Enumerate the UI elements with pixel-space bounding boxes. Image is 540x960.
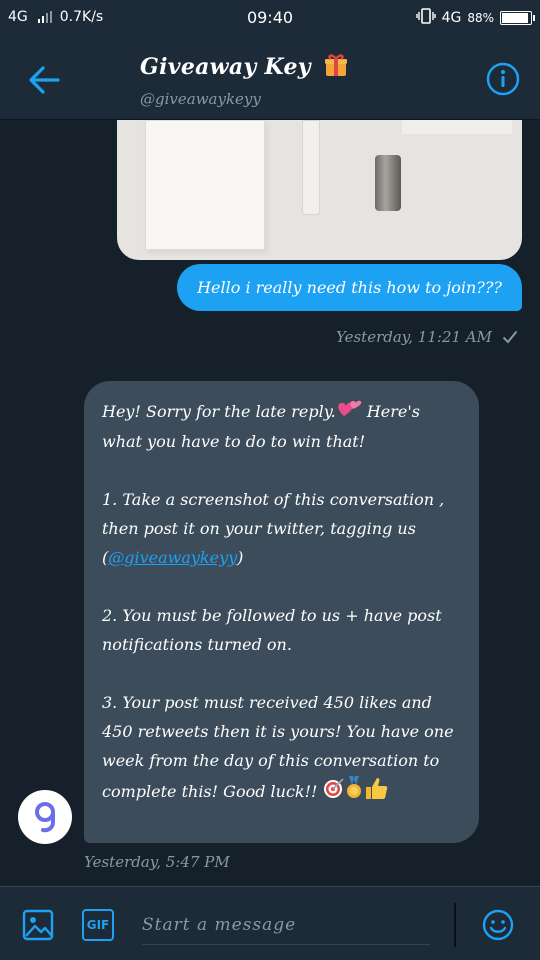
outgoing-message-meta: Yesterday, 11:21 AM [336, 328, 518, 346]
photo-card [402, 120, 512, 134]
status-bar: 4G 0.7K/s 09:40 4G 88% [0, 0, 540, 36]
info-icon [486, 62, 520, 96]
photo-cylinder [375, 155, 401, 211]
avatar-logo-icon [35, 802, 55, 833]
photo-box [145, 120, 265, 250]
gift-emoji-icon [323, 52, 349, 84]
direct-hit-emoji [323, 777, 345, 808]
network-right: 4G [441, 10, 462, 26]
vibrate-icon [415, 8, 436, 28]
step-3-text: 3. Your post must received 450 likes and… [102, 693, 454, 801]
battery-fill [502, 13, 529, 23]
message-composer: GIF [0, 886, 540, 960]
medal-emoji [345, 776, 363, 809]
step-1: 1. Take a screenshot of this conversatio… [102, 485, 461, 572]
smiley-icon [482, 909, 514, 941]
step-1-close: ) [237, 548, 244, 567]
outgoing-timestamp: Yesterday, 11:21 AM [336, 328, 492, 346]
incoming-timestamp: Yesterday, 5:47 PM [84, 853, 230, 871]
battery-icon [500, 11, 535, 25]
back-button[interactable] [24, 60, 64, 100]
composer-divider [454, 903, 456, 947]
photo-tube [302, 120, 320, 215]
outgoing-message-bubble[interactable]: Hello i really need this how to join??? [177, 264, 522, 311]
message-intro: Hey! Sorry for the late reply. Here's wh… [102, 397, 461, 456]
back-arrow-icon [29, 66, 60, 94]
intro-text: Hey! Sorry for the late reply. [102, 402, 336, 421]
step-3: 3. Your post must received 450 likes and… [102, 688, 461, 810]
conversation-header: Giveaway Key @giveawaykeyy [0, 36, 540, 120]
conversation-title-block[interactable]: Giveaway Key @giveawaykeyy [140, 52, 349, 108]
info-button[interactable] [486, 62, 520, 96]
image-icon [22, 909, 54, 941]
message-input[interactable] [142, 905, 430, 945]
gif-button[interactable]: GIF [82, 909, 114, 941]
add-image-button[interactable] [22, 909, 54, 941]
check-icon [502, 330, 518, 344]
battery-percent: 88% [467, 11, 494, 25]
thumbs-up-emoji [363, 775, 389, 810]
conversation-title: Giveaway Key [140, 52, 349, 84]
mention-link[interactable]: @giveawaykeyy [108, 548, 237, 567]
conversation-name: Giveaway Key [140, 54, 311, 80]
two-hearts-emoji [336, 398, 362, 427]
shared-image[interactable] [117, 120, 522, 260]
incoming-message-bubble[interactable]: Hey! Sorry for the late reply. Here's wh… [84, 381, 479, 843]
step-2: 2. You must be followed to us + have pos… [102, 606, 442, 654]
conversation-thread[interactable]: Hello i really need this how to join??? … [0, 120, 540, 886]
sender-avatar[interactable] [18, 790, 72, 844]
status-right: 4G 88% [415, 8, 535, 28]
emoji-button[interactable] [482, 909, 514, 941]
conversation-handle: @giveawaykeyy [140, 90, 261, 108]
